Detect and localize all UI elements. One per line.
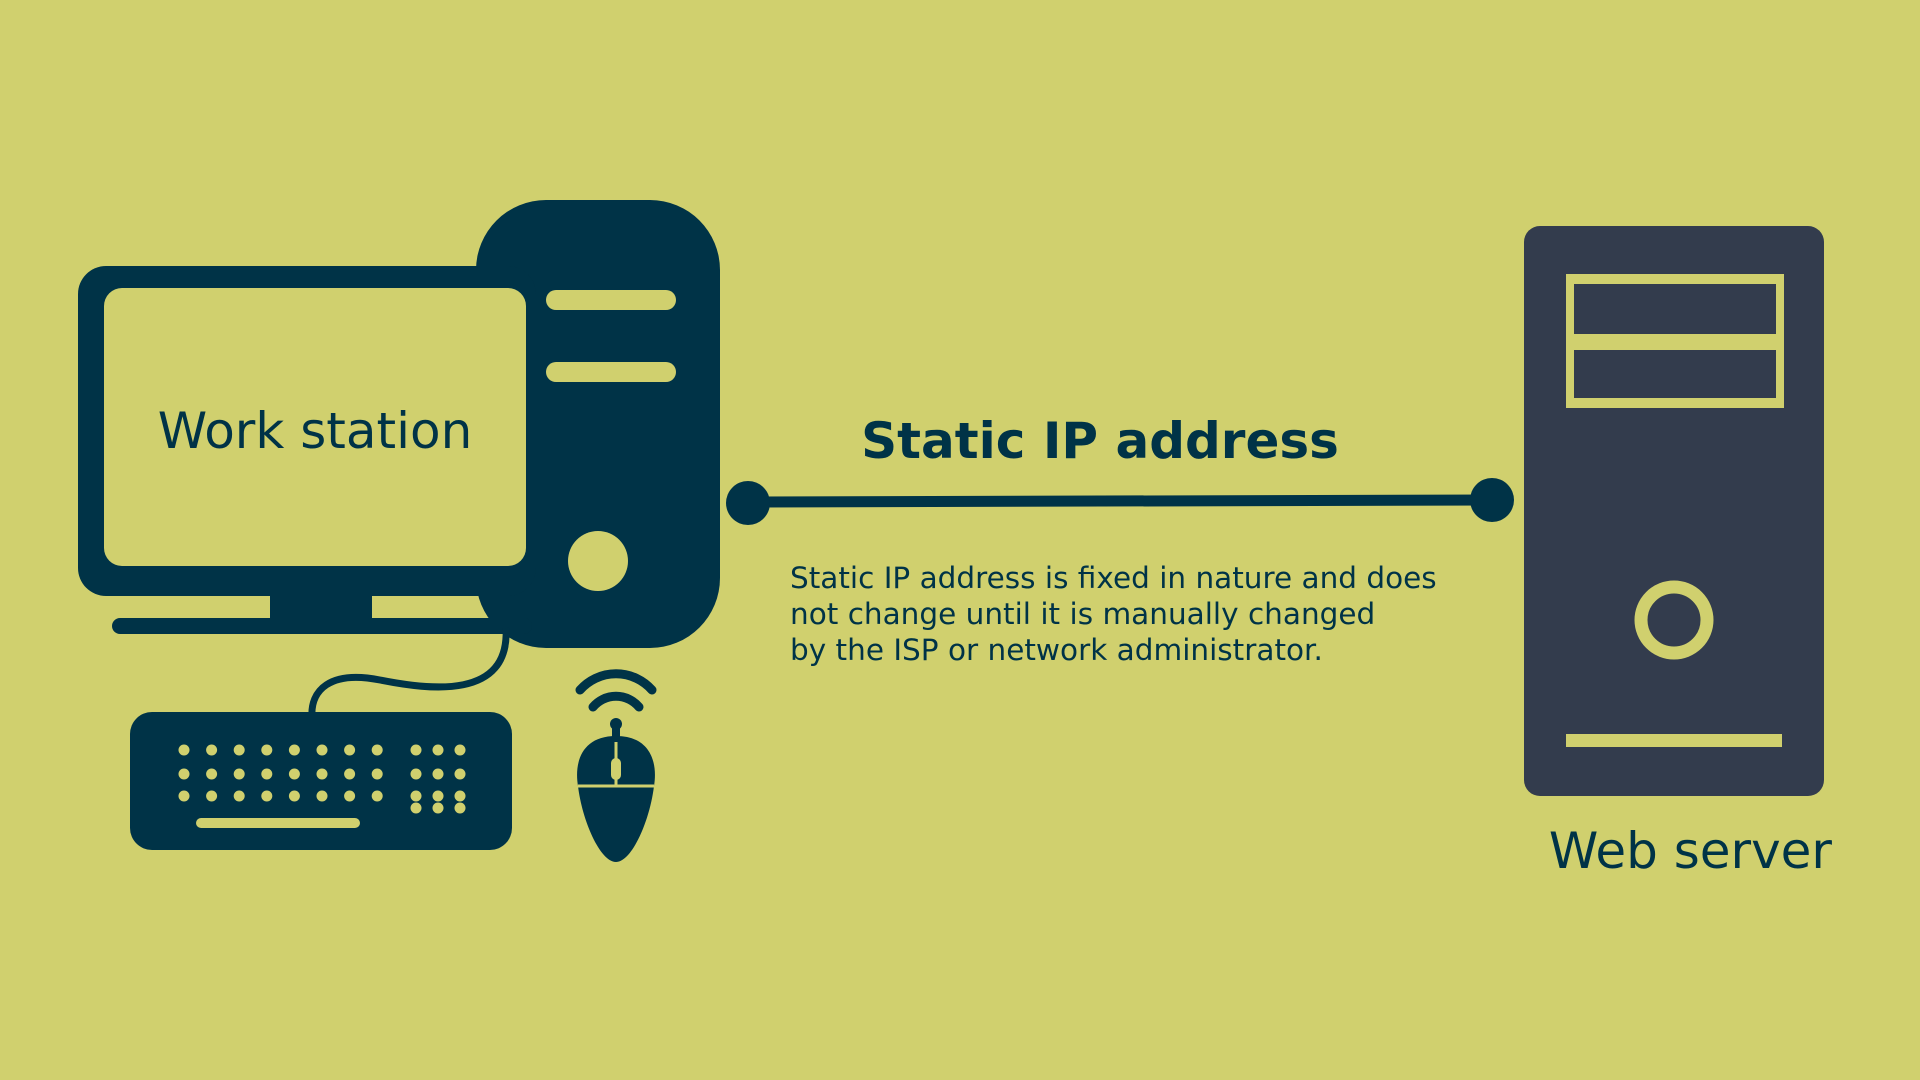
keyboard-key: [233, 768, 245, 780]
monitor-base: [112, 618, 532, 634]
server-label: Web server: [1548, 822, 1832, 880]
keyboard-key: [410, 744, 422, 756]
server-vent-bar: [1566, 734, 1782, 747]
keyboard-key: [344, 768, 356, 780]
keyboard-key: [454, 744, 466, 756]
connection-description: Static IP address is fixed in nature and…: [790, 560, 1490, 668]
server-drive-slot-2: [1574, 350, 1776, 398]
keyboard-key: [432, 790, 444, 802]
description-line-3: by the ISP or network administrator.: [790, 633, 1323, 667]
keyboard-key: [432, 768, 444, 780]
keyboard-key: [454, 790, 466, 802]
static-ip-diagram: Work station Static IP address Static IP…: [0, 0, 1920, 1080]
keyboard-key: [316, 768, 328, 780]
keyboard-key: [410, 768, 422, 780]
keyboard-key: [454, 768, 466, 780]
keyboard-key: [206, 744, 218, 756]
keyboard-key: [344, 744, 356, 756]
connection-endpoint-right: [1470, 478, 1514, 522]
workstation-label: Work station: [157, 402, 473, 460]
keyboard-key: [288, 790, 300, 802]
keyboard-key: [432, 802, 444, 814]
keyboard-key: [432, 744, 444, 756]
keyboard-key: [178, 790, 190, 802]
keyboard-key: [288, 744, 300, 756]
keyboard-key: [261, 790, 273, 802]
mouse-wheel: [611, 758, 621, 780]
keyboard-key: [206, 790, 218, 802]
keyboard-spacebar: [196, 818, 360, 828]
keyboard-key: [178, 768, 190, 780]
keyboard-key: [261, 768, 273, 780]
keyboard-key: [316, 790, 328, 802]
keyboard-key: [206, 768, 218, 780]
server-drive-slot-1: [1574, 284, 1776, 334]
keyboard-key: [410, 790, 422, 802]
server-tower-icon: [1524, 226, 1824, 796]
keyboard-key: [410, 802, 422, 814]
keyboard-key: [344, 790, 356, 802]
description-line-1: Static IP address is fixed in nature and…: [790, 561, 1437, 595]
keyboard-key: [371, 768, 383, 780]
keyboard-icon: [130, 712, 512, 850]
monitor-stand: [270, 592, 372, 622]
keyboard-key: [288, 768, 300, 780]
connection-title: Static IP address: [861, 412, 1339, 470]
keyboard-key: [233, 744, 245, 756]
keyboard-key: [454, 802, 466, 814]
keyboard-key: [178, 744, 190, 756]
keyboard-key: [371, 790, 383, 802]
keyboard-key: [371, 744, 383, 756]
description-line-2: not change until it is manually changed: [790, 597, 1376, 631]
connection-endpoint-left: [726, 481, 770, 525]
keyboard-key: [261, 744, 273, 756]
keyboard-key: [233, 790, 245, 802]
keyboard-key: [316, 744, 328, 756]
